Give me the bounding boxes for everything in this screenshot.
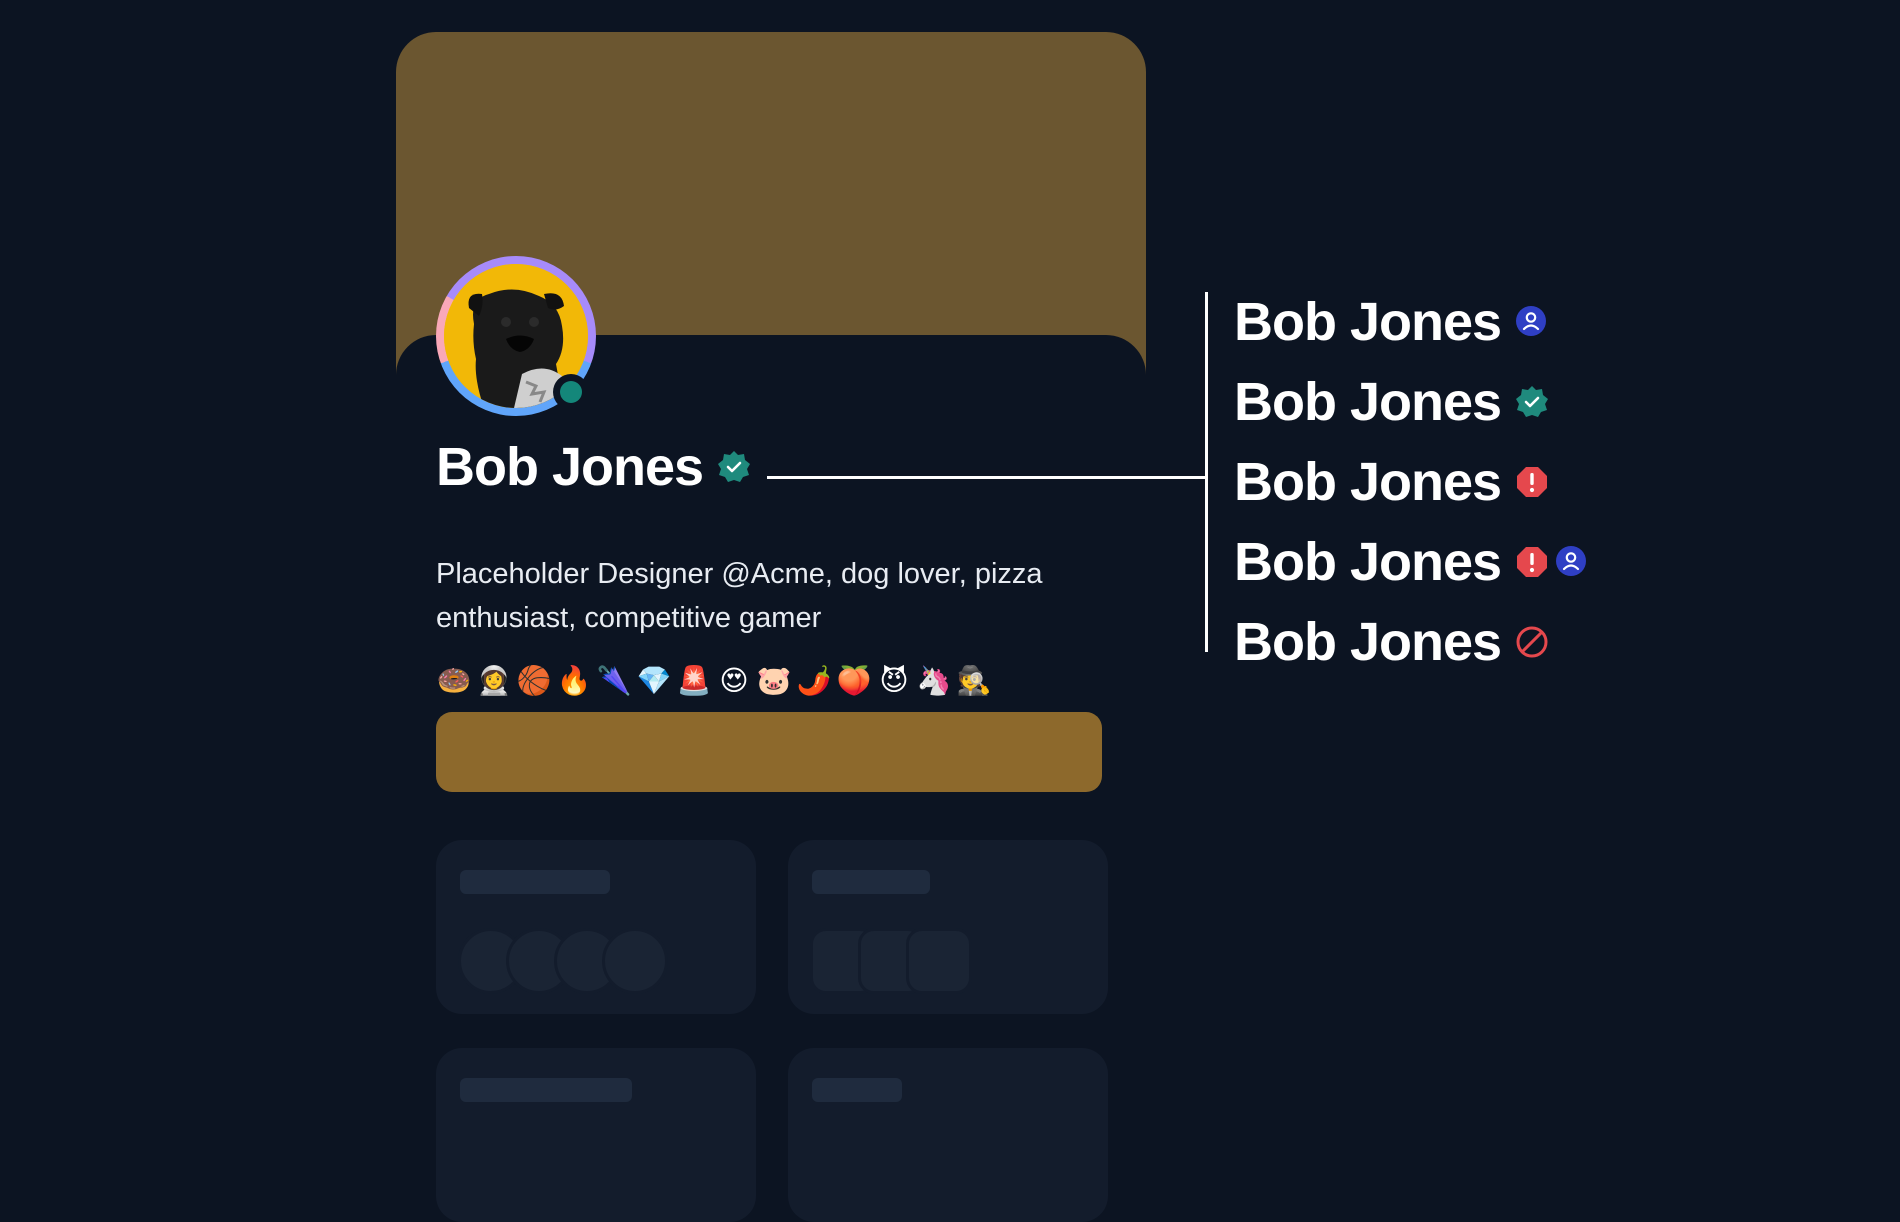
user-badge-icon (1555, 545, 1589, 579)
emoji-item: 🐷 (756, 665, 792, 696)
variant-name: Bob Jones (1234, 292, 1502, 352)
badge-variants-list: Bob Jones Bob Jones Bob Jones Bob Jones … (1234, 282, 1589, 682)
avatar[interactable] (436, 256, 596, 416)
emoji-item: 🦄 (916, 665, 952, 696)
skeleton-tile (906, 928, 972, 994)
callout-connector-line (767, 476, 1207, 479)
skeleton-card (436, 1048, 756, 1222)
skeleton-card (436, 840, 756, 1014)
profile-card: Bob Jones Placeholder Designer @Acme, do… (396, 32, 1146, 1222)
user-badge-icon (1515, 305, 1549, 339)
emoji-item: 🕵️ (956, 665, 992, 696)
profile-name: Bob Jones (436, 437, 704, 497)
emoji-item: 🍑 (836, 665, 872, 696)
skeleton-line (460, 870, 610, 894)
profile-name-row: Bob Jones (436, 437, 751, 497)
variant-name: Bob Jones (1234, 452, 1502, 512)
blocked-icon (1515, 625, 1549, 659)
skeleton-avatar (602, 928, 668, 994)
callout-bracket-line (1205, 292, 1208, 652)
emoji-item: 😈 (879, 665, 909, 696)
verified-icon (717, 450, 751, 484)
badge-variant: Bob Jones (1234, 282, 1589, 362)
alert-icon (1515, 465, 1549, 499)
emoji-list: 🍩 👩‍🚀 🏀 🔥 🌂 💎 🚨 😍 🐷 🌶️ 🍑 😈 🦄 🕵️ (436, 664, 992, 697)
profile-bio: Placeholder Designer @Acme, dog lover, p… (436, 558, 1043, 634)
alert-icon (1515, 545, 1549, 579)
primary-action-button[interactable] (436, 712, 1102, 792)
variant-name: Bob Jones (1234, 372, 1502, 432)
emoji-item: 😍 (719, 665, 749, 696)
verified-icon (1515, 385, 1549, 419)
emoji-item: 🚨 (676, 665, 712, 696)
badge-variant: Bob Jones (1234, 362, 1589, 442)
online-status-indicator (553, 374, 589, 410)
badge-variant: Bob Jones (1234, 442, 1589, 522)
skeleton-card (788, 1048, 1108, 1222)
emoji-item: 🍩 (436, 665, 472, 696)
emoji-item: 🏀 (516, 665, 552, 696)
emoji-item: 🌂 (596, 665, 632, 696)
badge-variant: Bob Jones (1234, 602, 1589, 682)
emoji-item: 💎 (636, 665, 672, 696)
emoji-item: 🌶️ (796, 665, 832, 696)
badge-variant: Bob Jones (1234, 522, 1589, 602)
skeleton-line (460, 1078, 632, 1102)
emoji-item: 👩‍🚀 (476, 665, 512, 696)
skeleton-line (812, 870, 930, 894)
skeleton-card (788, 840, 1108, 1014)
variant-name: Bob Jones (1234, 612, 1502, 672)
emoji-item: 🔥 (556, 665, 592, 696)
variant-name: Bob Jones (1234, 532, 1502, 592)
skeleton-line (812, 1078, 902, 1102)
